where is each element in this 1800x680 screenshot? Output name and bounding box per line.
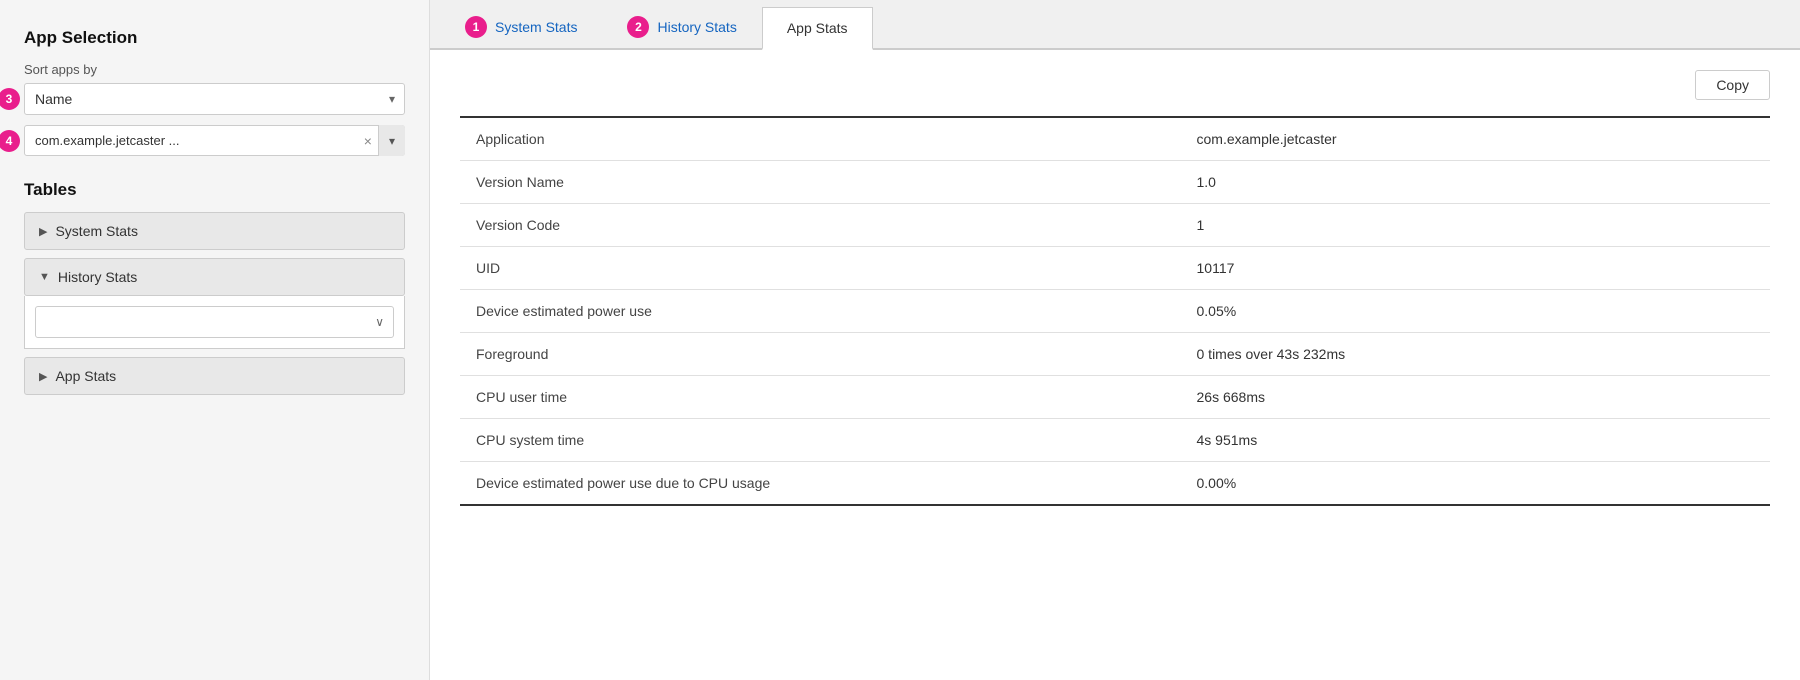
app-stats-section: ▶ App Stats [24, 357, 405, 395]
tab-app-stats[interactable]: App Stats [762, 7, 873, 50]
app-badge: 4 [0, 130, 20, 152]
tab-app-stats-label: App Stats [787, 20, 848, 36]
tab-system-stats-badge: 1 [465, 16, 487, 38]
table-cell-value: 4s 951ms [1181, 419, 1771, 462]
history-sub-select[interactable] [35, 306, 394, 338]
content-area: Copy Application com.example.jetcaster V… [430, 50, 1800, 680]
app-select[interactable]: com.example.jetcaster ... [24, 125, 405, 156]
app-dropdown-arrow[interactable]: ▾ [378, 125, 405, 156]
tab-system-stats-label: System Stats [495, 19, 577, 35]
table-row: CPU system time 4s 951ms [460, 419, 1770, 462]
main-content: 1 System Stats 2 History Stats App Stats… [430, 0, 1800, 680]
app-clear-button[interactable]: × [358, 133, 378, 149]
system-stats-header[interactable]: ▶ System Stats [24, 212, 405, 250]
table-row: Foreground 0 times over 43s 232ms [460, 333, 1770, 376]
table-cell-key: CPU user time [460, 376, 1181, 419]
table-cell-key: Version Name [460, 161, 1181, 204]
app-stats-chevron: ▶ [39, 370, 47, 383]
table-cell-key: CPU system time [460, 419, 1181, 462]
table-cell-key: Device estimated power use due to CPU us… [460, 462, 1181, 506]
history-sub-select-wrapper: ∨ [35, 306, 394, 338]
copy-button[interactable]: Copy [1695, 70, 1770, 100]
table-cell-value: 26s 668ms [1181, 376, 1771, 419]
table-row: Device estimated power use 0.05% [460, 290, 1770, 333]
system-stats-chevron: ▶ [39, 225, 47, 238]
sort-select[interactable]: Name Package UID [24, 83, 405, 115]
app-stats-label: App Stats [55, 368, 116, 384]
sidebar: App Selection Sort apps by 3 Name Packag… [0, 0, 430, 680]
table-cell-key: UID [460, 247, 1181, 290]
tab-system-stats[interactable]: 1 System Stats [440, 3, 602, 50]
history-stats-label: History Stats [58, 269, 137, 285]
table-cell-value: 0.00% [1181, 462, 1771, 506]
tabs-bar: 1 System Stats 2 History Stats App Stats [430, 0, 1800, 50]
table-cell-key: Foreground [460, 333, 1181, 376]
history-stats-section: ▼ History Stats ∨ [24, 258, 405, 349]
history-stats-header[interactable]: ▼ History Stats [24, 258, 405, 296]
copy-bar: Copy [460, 70, 1770, 100]
stats-table: Application com.example.jetcaster Versio… [460, 116, 1770, 506]
app-stats-header[interactable]: ▶ App Stats [24, 357, 405, 395]
table-row: Device estimated power use due to CPU us… [460, 462, 1770, 506]
system-stats-label: System Stats [55, 223, 137, 239]
table-row: Version Code 1 [460, 204, 1770, 247]
sort-select-wrapper: Name Package UID ▾ [24, 83, 405, 115]
table-row: CPU user time 26s 668ms [460, 376, 1770, 419]
table-cell-value: 1 [1181, 204, 1771, 247]
table-cell-value: 0.05% [1181, 290, 1771, 333]
table-cell-value: com.example.jetcaster [1181, 117, 1771, 161]
history-stats-body: ∨ [24, 296, 405, 349]
app-select-controls: × ▾ [358, 125, 405, 156]
app-select-wrapper: com.example.jetcaster ... × ▾ [24, 125, 405, 156]
history-stats-chevron: ▼ [39, 271, 50, 283]
table-row: Application com.example.jetcaster [460, 117, 1770, 161]
app-selection-title: App Selection [24, 28, 405, 48]
table-cell-key: Application [460, 117, 1181, 161]
table-cell-key: Device estimated power use [460, 290, 1181, 333]
tab-history-stats-label: History Stats [657, 19, 736, 35]
table-row: UID 10117 [460, 247, 1770, 290]
sort-label: Sort apps by [24, 62, 405, 77]
table-cell-key: Version Code [460, 204, 1181, 247]
sort-badge: 3 [0, 88, 20, 110]
tab-history-stats[interactable]: 2 History Stats [602, 3, 761, 50]
table-row: Version Name 1.0 [460, 161, 1770, 204]
table-cell-value: 1.0 [1181, 161, 1771, 204]
tables-title: Tables [24, 180, 405, 200]
table-cell-value: 0 times over 43s 232ms [1181, 333, 1771, 376]
tab-history-stats-badge: 2 [627, 16, 649, 38]
table-cell-value: 10117 [1181, 247, 1771, 290]
system-stats-section: ▶ System Stats [24, 212, 405, 250]
